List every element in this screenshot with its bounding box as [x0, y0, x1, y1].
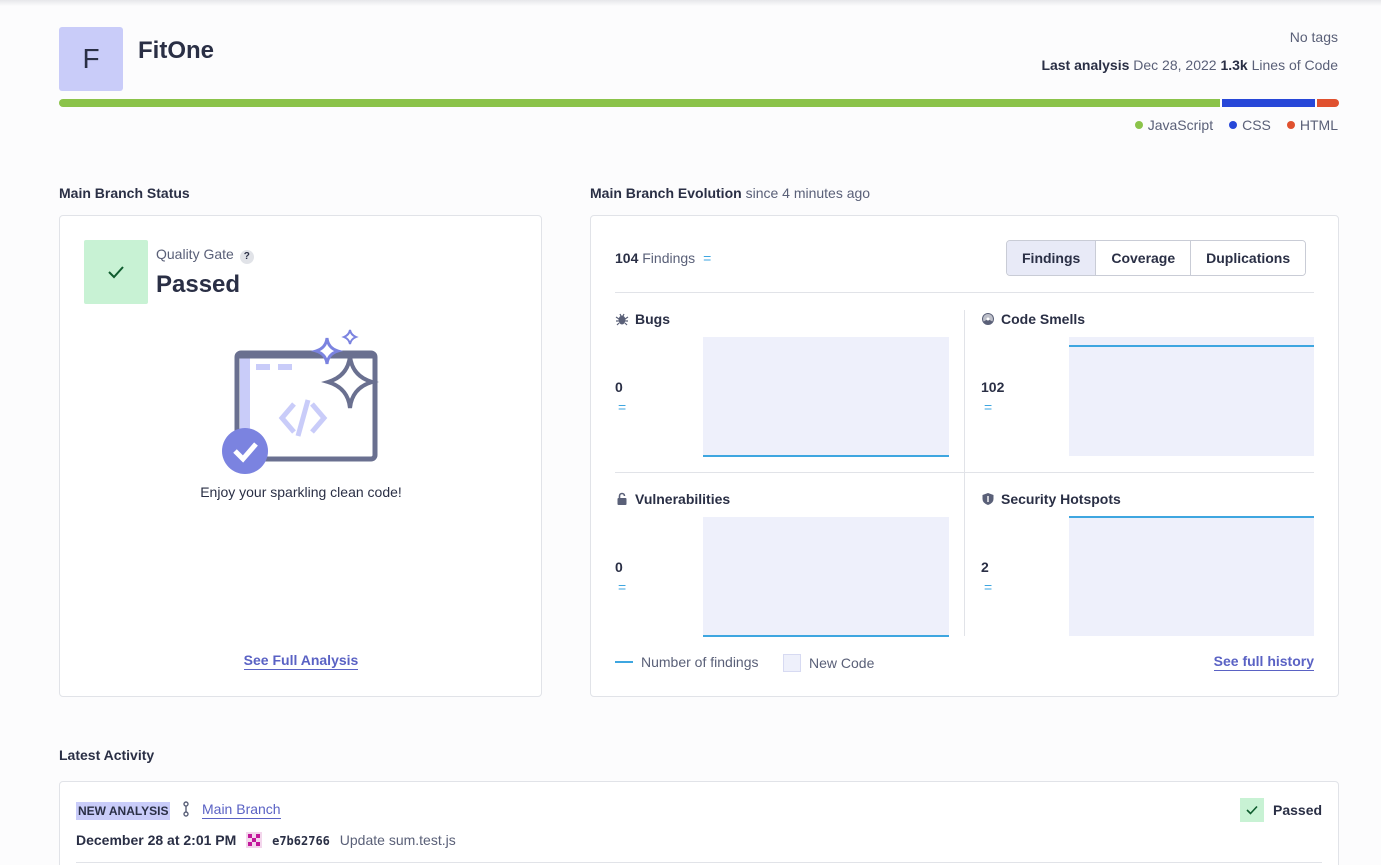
language-bar-css [1222, 99, 1315, 107]
new-analysis-badge: NEW ANALYSIS [76, 802, 171, 820]
code-smells-sparkline [1069, 337, 1314, 456]
legend-javascript: JavaScript [1134, 117, 1214, 133]
metric-vulnerabilities: Vulnerabilities [615, 491, 730, 507]
code-smells-trend-line [1069, 345, 1314, 347]
trend-equal-icon: = [618, 579, 627, 595]
project-title: FitOne [138, 37, 214, 64]
lines-count: 1.3k [1220, 57, 1248, 73]
lines-label: Lines of Code [1251, 57, 1338, 73]
legend-html: HTML [1286, 117, 1338, 133]
legend-new-code-label: New Code [809, 655, 875, 671]
clean-code-message: Enjoy your sparkling clean code! [200, 484, 402, 500]
trend-equal-icon: = [984, 579, 993, 595]
evolution-since: since 4 minutes ago [745, 185, 871, 201]
bug-icon [615, 313, 629, 326]
vulnerabilities-sparkline [703, 517, 949, 637]
passed-check-icon [1240, 798, 1264, 822]
metric-name: Code Smells [1001, 311, 1086, 327]
lock-icon [617, 492, 627, 505]
trend-equal-icon: = [703, 250, 712, 266]
tags-label: No tags [1289, 29, 1338, 45]
branch-icon [183, 801, 189, 817]
project-avatar: F [59, 27, 123, 91]
new-code-legend-icon [783, 654, 801, 672]
metric-name: Bugs [635, 311, 670, 327]
legend-new-code: New Code [783, 654, 874, 672]
main-branch-link[interactable]: Main Branch [202, 801, 281, 819]
legend-label: CSS [1242, 117, 1271, 133]
divider [615, 292, 1314, 293]
dot-icon [1229, 121, 1238, 129]
dot-icon [1286, 121, 1295, 129]
activity-date: December 28 at 2:01 PM [76, 832, 237, 848]
branch-status-heading: Main Branch Status [59, 185, 190, 201]
latest-activity-heading: Latest Activity [59, 747, 155, 763]
evolution-title: Main Branch Evolution [590, 185, 742, 201]
legend-label: HTML [1299, 117, 1338, 133]
tab-duplications[interactable]: Duplications [1190, 241, 1306, 275]
legend-css: CSS [1229, 117, 1271, 133]
branch-link-wrap: Main Branch [202, 801, 281, 819]
security-hotspots-sparkline [1069, 516, 1314, 636]
language-bar-html [1317, 99, 1339, 107]
activity-status: Passed [1240, 798, 1322, 822]
metric-value: 2 [981, 559, 989, 575]
history-link-wrap: See full history [1213, 653, 1314, 671]
metric-bugs: Bugs [615, 311, 670, 327]
findings-summary: 104 Findings = [615, 250, 711, 266]
quality-gate-status: Passed [156, 271, 241, 298]
last-analysis-date: Dec 28, 2022 [1133, 57, 1217, 73]
findings-label: Findings [642, 250, 696, 266]
commit-author-avatar-icon [246, 832, 263, 848]
last-analysis-label: Last analysis [1041, 57, 1130, 73]
legend-label: JavaScript [1147, 117, 1214, 133]
legend-findings: Number of findings [615, 654, 759, 670]
top-shadow [0, 0, 1381, 6]
activity-card [59, 781, 1339, 865]
evolution-toggle: Findings Coverage Duplications [1006, 240, 1307, 276]
legend-findings-label: Number of findings [641, 654, 759, 670]
metric-value: 102 [981, 379, 1005, 395]
dot-icon [1134, 121, 1143, 129]
evolution-heading: Main Branch Evolution since 4 minutes ag… [590, 185, 870, 201]
activity-status-label: Passed [1273, 802, 1323, 818]
metric-security-hotspots: Security Hotspots [981, 491, 1121, 507]
quality-gate-label: Quality Gate? [156, 246, 254, 264]
line-legend-icon [615, 661, 633, 663]
activity-details: December 28 at 2:01 PM e7b62766 Update s… [76, 832, 456, 848]
tab-findings[interactable]: Findings [1007, 241, 1096, 275]
see-full-analysis-link[interactable]: See Full Analysis [243, 652, 359, 670]
bugs-trend-line [703, 455, 949, 457]
language-bar-javascript [59, 99, 1220, 107]
quality-gate-text: Quality Gate [156, 246, 234, 262]
tab-coverage[interactable]: Coverage [1095, 241, 1191, 275]
divider [76, 862, 1322, 863]
commit-message: Update sum.test.js [339, 832, 456, 848]
metric-value: 0 [615, 559, 623, 575]
metric-name: Security Hotspots [1001, 491, 1121, 507]
help-icon[interactable]: ? [239, 250, 254, 264]
see-full-history-link[interactable]: See full history [1213, 653, 1314, 671]
full-analysis-link-wrap: See Full Analysis [60, 652, 542, 670]
vulnerabilities-trend-line [703, 635, 949, 637]
trend-equal-icon: = [618, 399, 627, 415]
security-hotspots-trend-line [1069, 516, 1314, 518]
metric-value: 0 [615, 379, 623, 395]
commit-hash: e7b62766 [272, 834, 330, 848]
bugs-sparkline [703, 337, 949, 457]
metric-code-smells: Code Smells [981, 311, 1085, 327]
trend-equal-icon: = [984, 399, 993, 415]
passed-check-icon [84, 240, 148, 304]
findings-count: 104 [615, 250, 639, 266]
clean-code-illustration [222, 329, 379, 474]
language-bar [59, 99, 1339, 107]
last-analysis: Last analysis Dec 28, 2022 1.3k Lines of… [1041, 57, 1338, 73]
metric-name: Vulnerabilities [635, 491, 731, 507]
language-legend: JavaScript CSS HTML [1134, 117, 1338, 133]
code-smell-icon [982, 313, 994, 325]
shield-icon [982, 493, 994, 505]
divider [964, 310, 965, 636]
avatar-letter: F [82, 43, 100, 74]
